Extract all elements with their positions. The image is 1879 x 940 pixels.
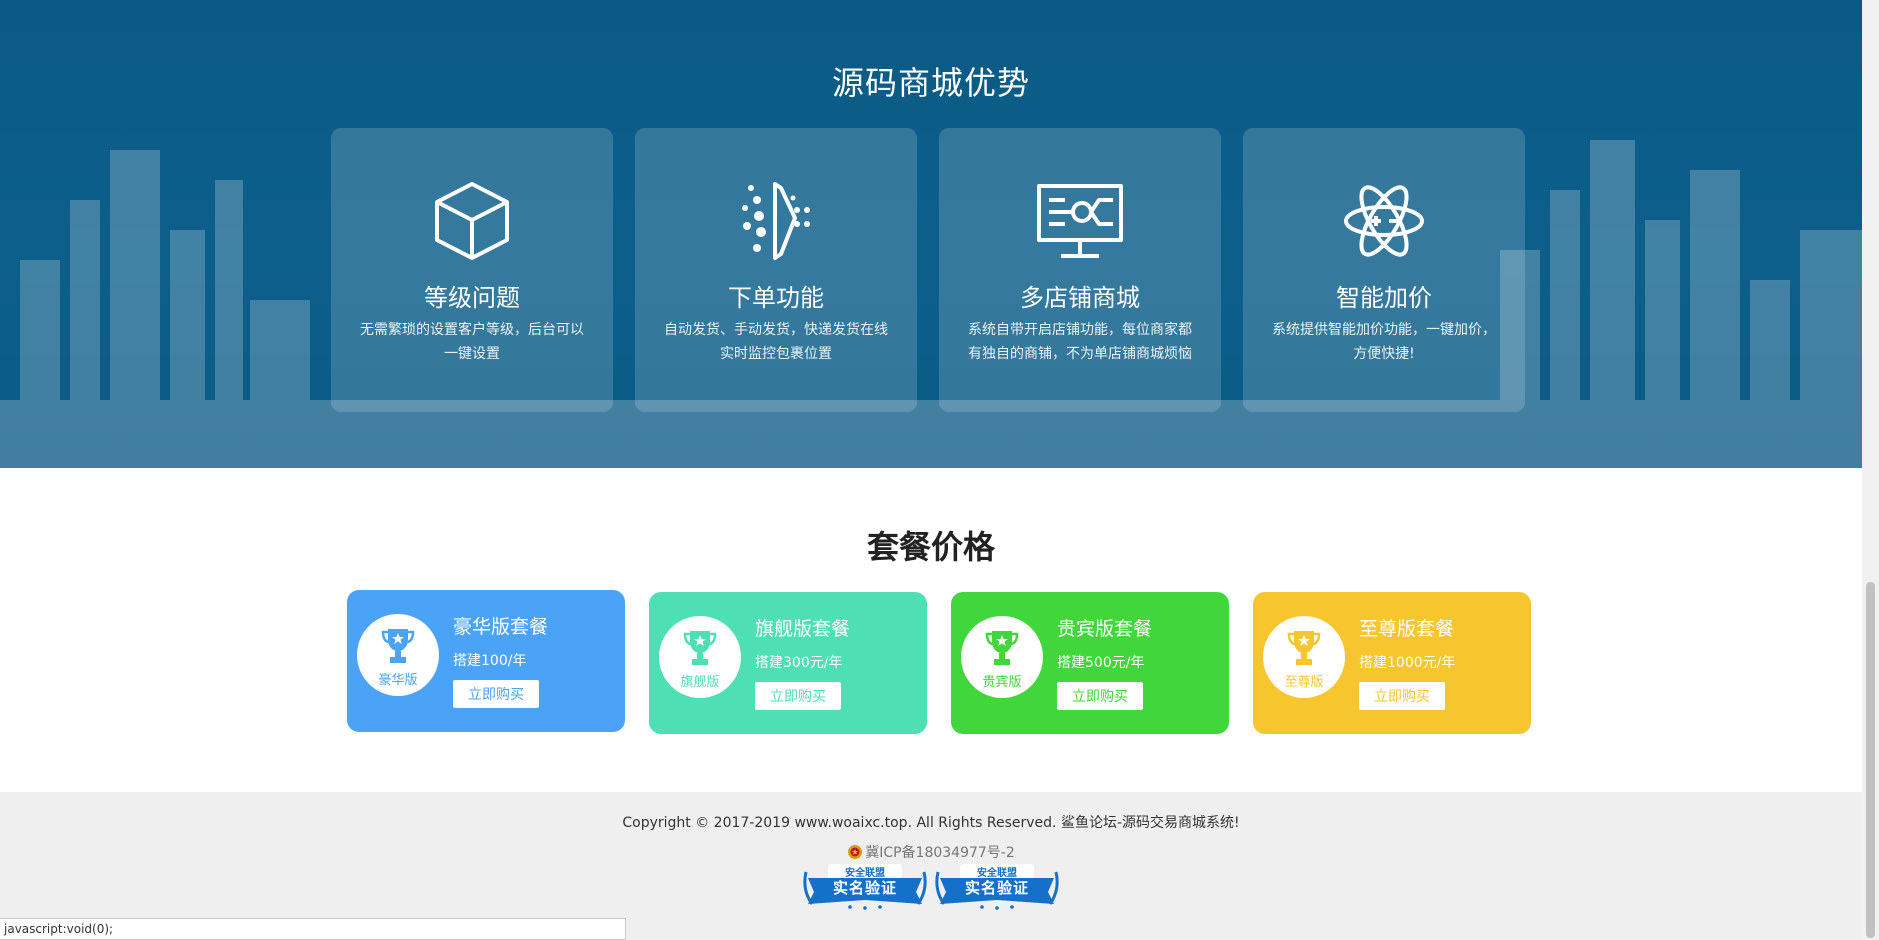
plan-badge: 贵宾版 xyxy=(961,616,1043,698)
verify-badges: 安全联盟 实名验证 安全联盟 实名验证 xyxy=(0,862,1862,912)
pricing-title: 套餐价格 xyxy=(866,528,995,566)
icp-record[interactable]: 冀ICP备18034977号-2 xyxy=(0,842,1862,862)
trophy-icon xyxy=(381,628,415,663)
plan-badge-label: 豪华版 xyxy=(378,672,418,688)
copyright-text: Copyright © 2017-2019 www.woaixc.top. Al… xyxy=(622,815,1240,831)
plan-card-flagship: 旗舰版 旗舰版套餐 搭建300元/年 立即购买 xyxy=(649,592,927,734)
buy-now-button[interactable]: 立即购买 xyxy=(1057,682,1143,710)
advantage-card-title: 下单功能 xyxy=(728,284,824,312)
plan-name: 豪华版套餐 xyxy=(453,616,549,638)
scrollbar-thumb[interactable] xyxy=(1866,582,1875,938)
police-emblem-icon xyxy=(848,845,863,859)
plan-name: 旗舰版套餐 xyxy=(755,618,851,640)
plan-card-supreme: 至尊版 至尊版套餐 搭建1000元/年 立即购买 xyxy=(1253,592,1531,734)
plan-badge: 旗舰版 xyxy=(659,616,741,698)
vertical-scrollbar[interactable] xyxy=(1862,0,1879,940)
real-name-verify-badge[interactable]: 安全联盟 实名验证 xyxy=(802,862,928,912)
advantage-card-title: 等级问题 xyxy=(424,284,520,312)
verify-badge-main: 实名验证 xyxy=(832,879,897,897)
plan-price: 搭建1000元/年 xyxy=(1359,655,1456,671)
plan-price: 搭建100/年 xyxy=(453,653,527,669)
plan-badge-label: 至尊版 xyxy=(1284,674,1324,690)
advantage-card-pricing[interactable]: 智能加价 系统提供智能加价功能，一键加价，方便快捷! xyxy=(1243,128,1525,412)
plan-card-vip: 贵宾版 贵宾版套餐 搭建500元/年 立即购买 xyxy=(951,592,1229,734)
advantage-card-desc: 无需繁琐的设置客户等级，后台可以一键设置 xyxy=(360,322,584,362)
plan-price: 搭建500元/年 xyxy=(1057,655,1145,671)
plan-badge: 至尊版 xyxy=(1263,616,1345,698)
advantage-card-multistore[interactable]: 多店铺商城 系统自带开启店铺功能，每位商家都有独自的商铺，不为单店铺商城烦恼 xyxy=(939,128,1221,412)
plan-price: 搭建300元/年 xyxy=(755,655,843,671)
advantages-title: 源码商城优势 xyxy=(831,64,1030,102)
advantage-card-desc: 系统提供智能加价功能，一键加价，方便快捷! xyxy=(1272,322,1496,362)
real-name-verify-badge[interactable]: 安全联盟 实名验证 xyxy=(934,862,1060,912)
buy-now-button[interactable]: 立即购买 xyxy=(453,680,539,708)
browser-status-bar: javascript:void(0); xyxy=(0,918,626,940)
advantage-card-title: 智能加价 xyxy=(1336,284,1432,312)
trophy-icon xyxy=(985,630,1019,665)
verify-badge-main: 实名验证 xyxy=(964,879,1029,897)
plan-badge-label: 贵宾版 xyxy=(982,674,1022,690)
buy-now-button[interactable]: 立即购买 xyxy=(755,682,841,710)
monitor-circuit-icon xyxy=(1037,184,1123,258)
trophy-icon xyxy=(1287,630,1321,665)
advantages-section: 源码商城优势 等级问题 无需繁琐的设置客户等级，后台可以一键设置 下单功能 自动… xyxy=(0,0,1862,468)
trophy-icon xyxy=(683,630,717,665)
icp-text[interactable]: 冀ICP备18034977号-2 xyxy=(865,842,1015,862)
dots-gate-icon xyxy=(742,182,810,260)
plan-name: 至尊版套餐 xyxy=(1359,618,1455,640)
plan-name: 贵宾版套餐 xyxy=(1057,618,1153,640)
cube-icon xyxy=(435,182,509,260)
plan-badge: 豪华版 xyxy=(357,614,439,696)
advantage-card-title: 多店铺商城 xyxy=(1020,284,1140,312)
advantage-card-level[interactable]: 等级问题 无需繁琐的设置客户等级，后台可以一键设置 xyxy=(331,128,613,412)
advantage-card-desc: 系统自带开启店铺功能，每位商家都有独自的商铺，不为单店铺商城烦恼 xyxy=(968,322,1192,362)
advantage-card-order[interactable]: 下单功能 自动发货、手动发货，快递发货在线实时监控包裹位置 xyxy=(635,128,917,412)
buy-now-button[interactable]: 立即购买 xyxy=(1359,682,1445,710)
plan-card-deluxe: 豪华版 豪华版套餐 搭建100/年 立即购买 xyxy=(347,590,625,732)
plan-badge-label: 旗舰版 xyxy=(680,674,720,690)
advantage-card-desc: 自动发货、手动发货，快递发货在线实时监控包裹位置 xyxy=(664,322,888,362)
atom-icon xyxy=(1344,185,1424,257)
